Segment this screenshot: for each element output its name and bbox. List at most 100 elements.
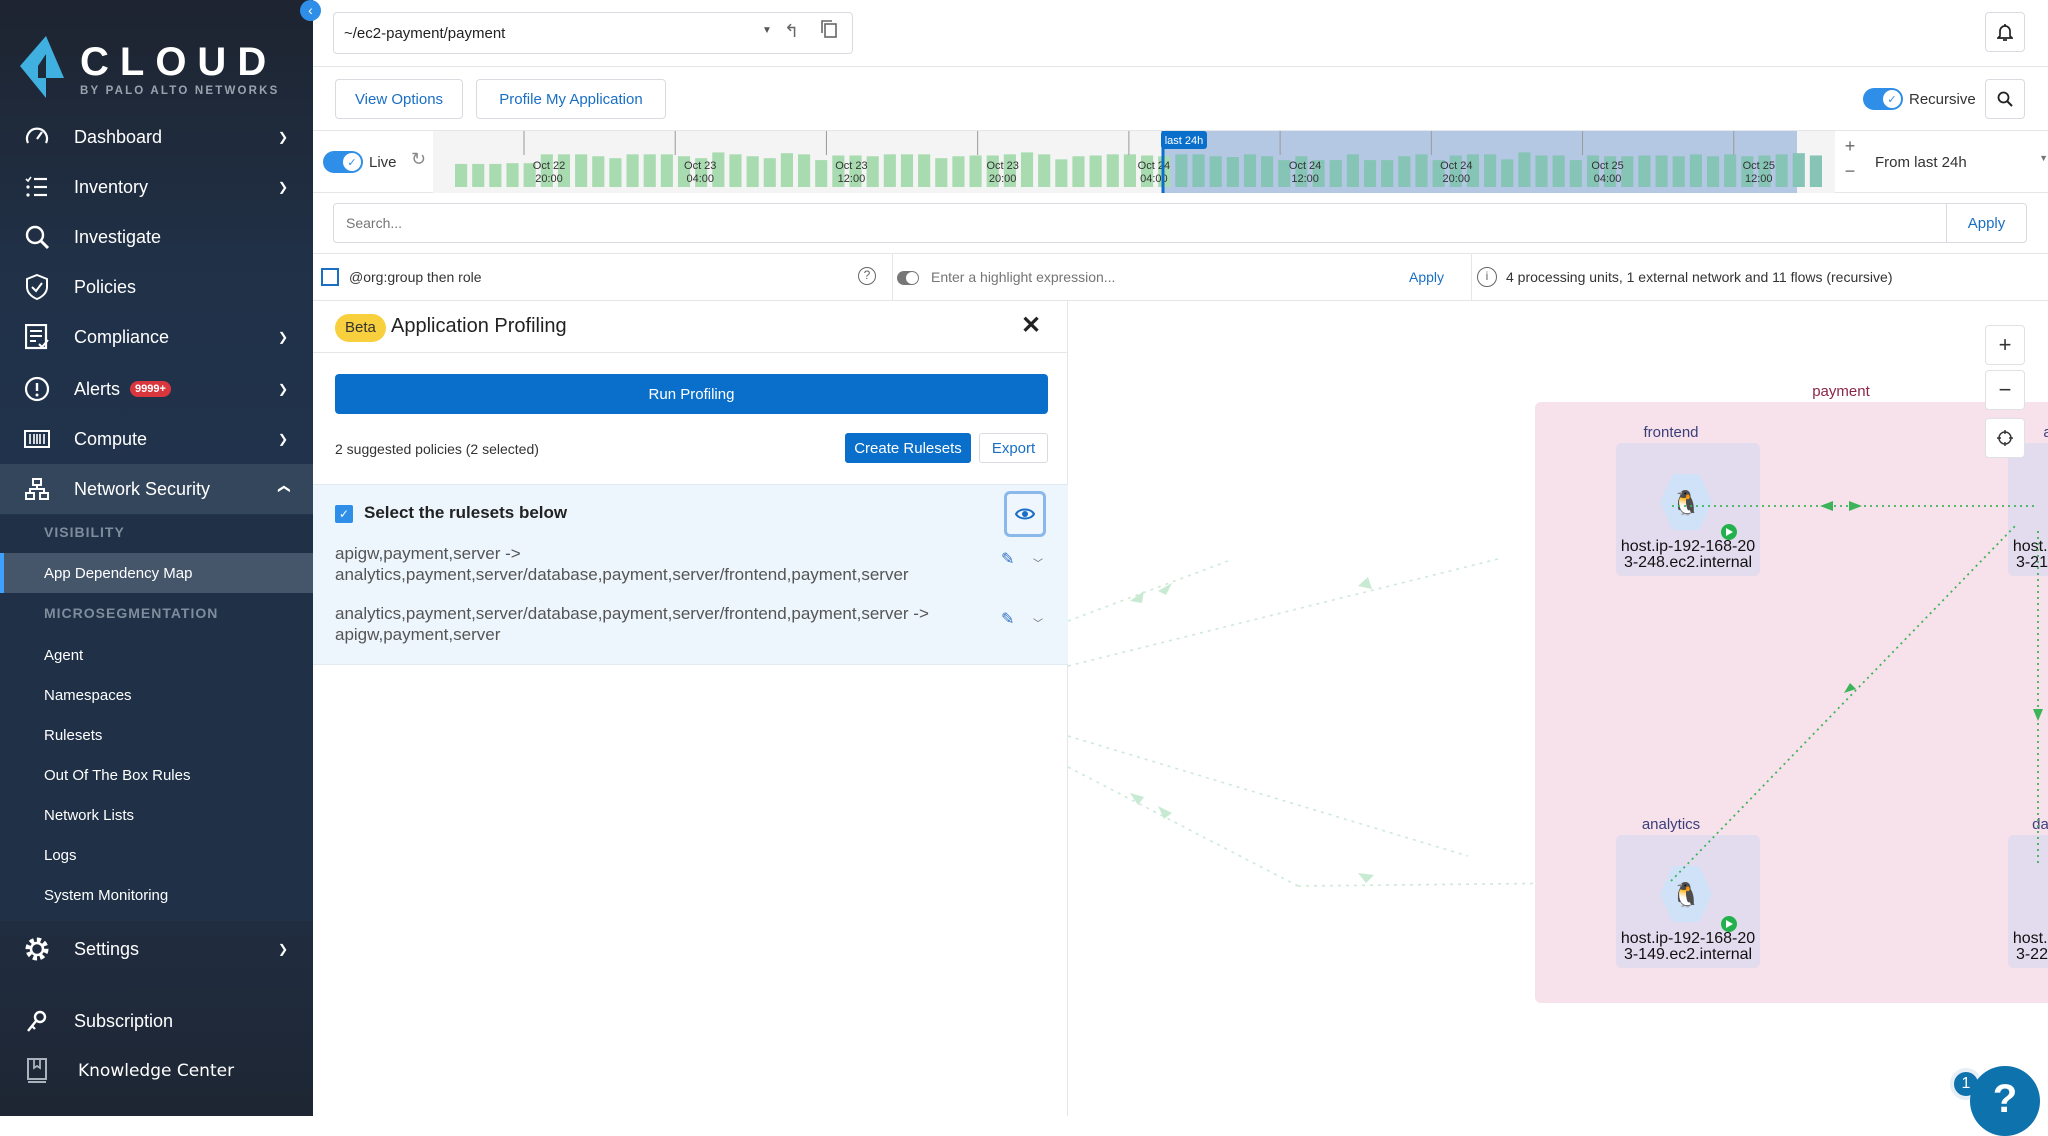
sidebar-item-subscription[interactable]: Subscription (0, 996, 313, 1046)
graph-zoom-in-button[interactable]: + (1985, 325, 2025, 365)
namespace-selector[interactable]: ~/ec2-payment/payment ▼ ↰ (333, 12, 853, 54)
chevron-down-icon: ❯ (278, 130, 289, 144)
sidebar-item-knowledge-center[interactable]: Knowledge Center (0, 1046, 313, 1096)
dashboard-gauge-icon (24, 124, 50, 150)
timeline-bar (1192, 154, 1205, 187)
chevron-down-icon[interactable]: ﹀ (1033, 555, 1043, 570)
profile-my-application-button[interactable]: Profile My Application (476, 79, 666, 119)
timeline-bar (1226, 157, 1239, 187)
sidebar-item-label: Knowledge Center (78, 1061, 235, 1081)
search-apply-button[interactable]: Apply (1946, 204, 2026, 242)
sidebar-item-policies[interactable]: Policies (0, 262, 313, 312)
sidebar-subitem-system-monitoring[interactable]: System Monitoring (0, 875, 313, 915)
sidebar-subitem-agent[interactable]: Agent (0, 635, 313, 675)
timeline-bar (918, 154, 931, 187)
timeline-bar (592, 156, 605, 187)
live-toggle[interactable]: ✓ Live (323, 151, 397, 173)
search-input[interactable] (334, 204, 1934, 242)
sidebar-item-investigate[interactable]: Investigate (0, 212, 313, 262)
flow-edge[interactable] (1068, 558, 1499, 667)
map-search-button[interactable] (1985, 79, 2025, 119)
flow-edge[interactable] (1068, 735, 1469, 857)
divider (892, 254, 893, 300)
timeline-tick-date: Oct 25 (1591, 160, 1623, 172)
select-all-checkbox[interactable]: ✓ (335, 505, 353, 523)
node-host-line1: host.ip-192-168-20 (2013, 538, 2048, 555)
timeline-tick-time: 04:00 (686, 173, 714, 185)
timeline-bar (1055, 159, 1068, 187)
network-icon (24, 476, 50, 502)
back-arrow-icon[interactable]: ↰ (784, 21, 799, 42)
chevron-down-icon: ❯ (278, 382, 289, 396)
edit-pencil-icon[interactable]: ✎ (1001, 549, 1014, 569)
sidebar-item-compliance[interactable]: Compliance ❯ (0, 312, 313, 362)
sidebar-item-alerts[interactable]: Alerts 9999+ ❯ (0, 364, 313, 414)
payment-group[interactable] (1535, 402, 2048, 1003)
sidebar-subitem-namespaces[interactable]: Namespaces (0, 675, 313, 715)
dependency-graph-canvas[interactable]: payment frontend 🐧 host.ip-192-168-20 3-248… (1068, 301, 2048, 1116)
ruleset-item[interactable]: analytics,payment,server/database,paymen… (335, 603, 995, 645)
sidebar-item-compute[interactable]: Compute ❯ (0, 414, 313, 464)
check-icon: ✓ (1883, 90, 1901, 108)
arrow-icon (1358, 577, 1372, 589)
brand-logo[interactable]: CLOUD BY PALO ALTO NETWORKS (18, 34, 288, 104)
time-range-select[interactable]: From last 24h ▼ (1863, 131, 2048, 193)
dropdown-caret-icon[interactable]: ▼ (762, 25, 772, 36)
timeline-histogram[interactable]: Oct 2220:00Oct 2304:00Oct 2312:00Oct 232… (433, 131, 1835, 193)
node-analytics[interactable]: analytics 🐧 host.ip-192-168-203-149.ec2.in… (1616, 816, 1760, 968)
highlight-apply-button[interactable]: Apply (1409, 269, 1444, 285)
flow-edge[interactable] (1068, 560, 1229, 622)
preview-button[interactable] (1004, 491, 1046, 537)
sidebar-item-network-security[interactable]: Network Security ❯ (0, 464, 313, 514)
live-label: Live (369, 153, 397, 171)
help-button[interactable]: ? (1970, 1066, 2040, 1136)
node-host-line2: 3-248.ec2.internal (1624, 554, 1752, 571)
sidebar-item-settings[interactable]: Settings ❯ (0, 924, 313, 974)
node-database[interactable]: database🐧host.ip-192-168-203-221.ec2.int… (2008, 816, 2048, 968)
export-button[interactable]: Export (979, 433, 1048, 463)
external-flow-arrows (1130, 577, 1374, 883)
timeline-bar (763, 158, 776, 187)
main-area: ~/ec2-payment/payment ▼ ↰ View Options P… (313, 0, 2048, 1116)
timeline-bar (729, 154, 742, 187)
timeline-tick-date: Oct 24 (1440, 160, 1472, 172)
ruleset-item[interactable]: apigw,payment,server -> analytics,paymen… (335, 543, 975, 585)
edit-pencil-icon[interactable]: ✎ (1001, 609, 1014, 629)
sidebar-subitem-out-of-the-box-rules[interactable]: Out Of The Box Rules (0, 755, 313, 795)
collapse-sidebar-button[interactable]: ‹ (300, 0, 321, 21)
timeline-zoom-out-button[interactable]: − (1835, 159, 1865, 187)
help-icon[interactable]: ? (858, 267, 876, 285)
sidebar-subitem-network-lists[interactable]: Network Lists (0, 795, 313, 835)
timeline-zoom-in-button[interactable]: + (1835, 131, 1865, 159)
group-by-expression[interactable]: @org:group then role (349, 269, 482, 285)
close-icon[interactable]: ✕ (1021, 311, 1041, 340)
create-rulesets-button[interactable]: Create Rulesets (845, 433, 971, 463)
live-switch[interactable]: ✓ (323, 151, 363, 173)
node-frontend[interactable]: frontend 🐧 host.ip-192-168-203-248.ec2.int… (1616, 424, 1760, 576)
sidebar-subitem-rulesets[interactable]: Rulesets (0, 715, 313, 755)
highlight-expression-input[interactable] (931, 269, 1331, 285)
sidebar-subitem-logs[interactable]: Logs (0, 835, 313, 875)
view-options-button[interactable]: View Options (335, 79, 463, 119)
sidebar-subitem-app-dependency-map[interactable]: App Dependency Map (0, 553, 313, 593)
timeline-bar (1775, 154, 1788, 187)
container-icon (24, 426, 50, 452)
timeline-bar (1638, 155, 1651, 187)
highlight-toggle[interactable] (897, 271, 919, 285)
sidebar-item-inventory[interactable]: Inventory ❯ (0, 162, 313, 212)
run-profiling-button[interactable]: Run Profiling (335, 374, 1048, 414)
graph-center-button[interactable] (1985, 418, 2025, 458)
notifications-button[interactable] (1985, 12, 2025, 52)
refresh-icon[interactable]: ↻ (411, 149, 426, 170)
top-bar: ~/ec2-payment/payment ▼ ↰ (313, 0, 2048, 67)
graph-zoom-out-button[interactable]: − (1985, 370, 2025, 410)
recursive-toggle[interactable]: ✓ Recursive (1863, 88, 1976, 110)
node-host-line2: 3-218.ec2.internal (2016, 554, 2048, 571)
chevron-down-icon[interactable]: ﹀ (1033, 615, 1043, 630)
timeline-tick-date: Oct 23 (986, 160, 1018, 172)
flow-edge[interactable] (1068, 766, 1299, 887)
sidebar-item-dashboard[interactable]: Dashboard ❯ (0, 112, 313, 162)
recursive-switch[interactable]: ✓ (1863, 88, 1903, 110)
sidebar-item-label: Policies (74, 276, 137, 297)
copy-icon[interactable] (821, 20, 837, 38)
